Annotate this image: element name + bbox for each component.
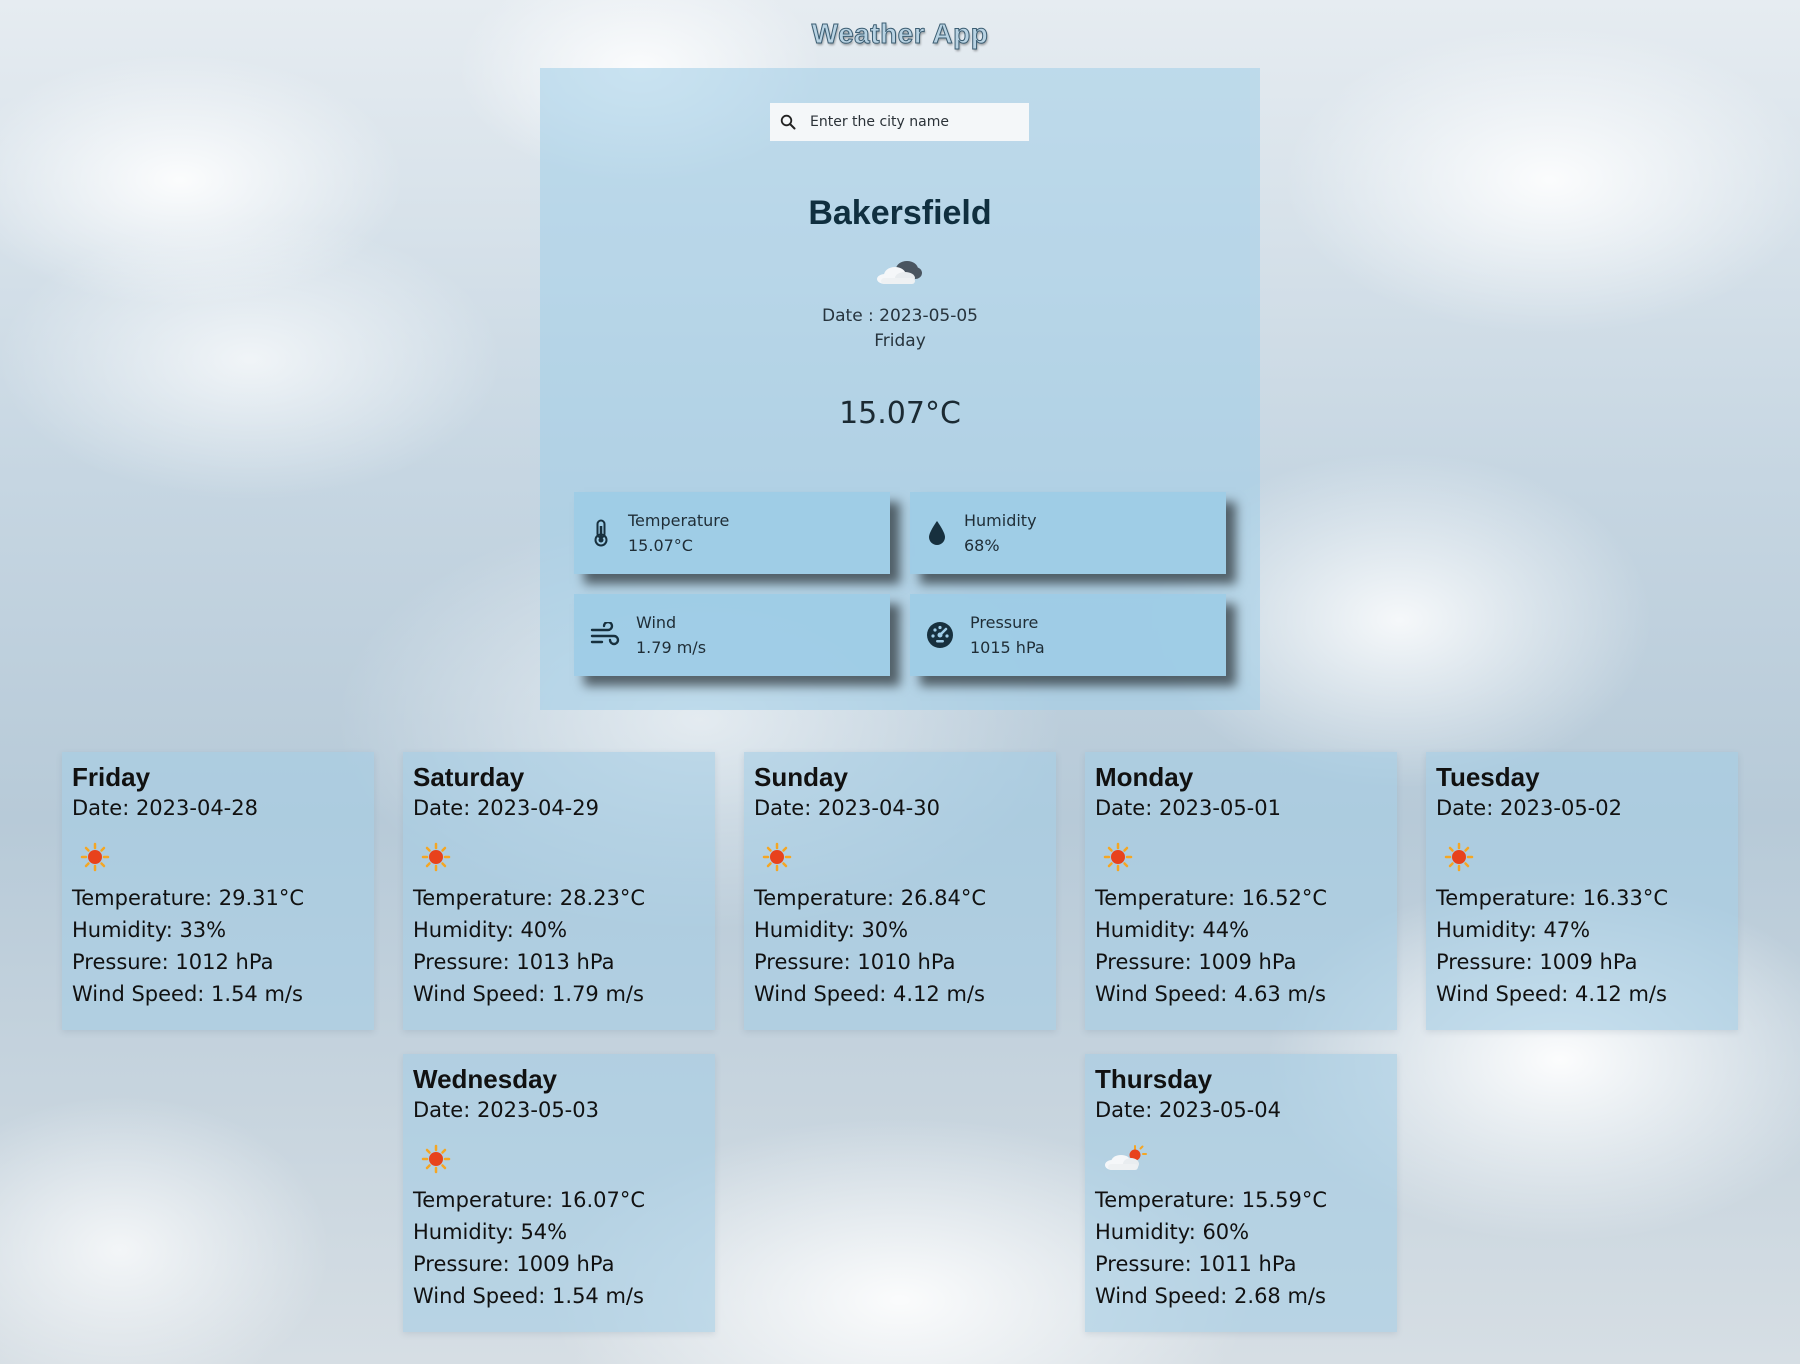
forecast-pressure: Pressure: 1010 hPa bbox=[754, 950, 956, 974]
forecast-day: Sunday bbox=[754, 762, 848, 792]
forecast-day: Wednesday bbox=[413, 1064, 558, 1094]
forecast-date: Date: 2023-05-02 bbox=[1436, 796, 1622, 820]
forecast-date: Date: 2023-05-03 bbox=[413, 1098, 599, 1122]
forecast-temperature: Temperature: 29.31°C bbox=[72, 886, 305, 910]
forecast-wind: Wind Speed: 2.68 m/s bbox=[1095, 1284, 1326, 1308]
temperature-stat: Temperature 15.07°C bbox=[574, 492, 890, 574]
wind-stat: Wind 1.79 m/s bbox=[574, 594, 890, 676]
sun-icon bbox=[754, 832, 1056, 882]
forecast-day: Tuesday bbox=[1436, 762, 1540, 792]
forecast-wind: Wind Speed: 4.12 m/s bbox=[754, 982, 985, 1006]
forecast-temperature: Temperature: 15.59°C bbox=[1095, 1188, 1328, 1212]
cloudy-icon bbox=[877, 261, 922, 284]
wind-stat-label: Wind bbox=[636, 613, 677, 632]
forecast-card-thursday: Thursday Date: 2023-05-04 Temperature: 1… bbox=[1085, 1054, 1397, 1332]
current-temperature: 15.07°C bbox=[839, 396, 961, 431]
sun-icon bbox=[72, 832, 374, 882]
forecast-pressure: Pressure: 1013 hPa bbox=[413, 950, 615, 974]
forecast-humidity: Humidity: 60% bbox=[1095, 1220, 1250, 1244]
forecast-temperature: Temperature: 16.33°C bbox=[1436, 886, 1669, 910]
current-day: Friday bbox=[874, 331, 926, 351]
search-input[interactable] bbox=[808, 113, 1012, 131]
wind-stat-value: 1.79 m/s bbox=[636, 638, 707, 657]
water-drop-icon bbox=[924, 518, 950, 548]
temperature-stat-value: 15.07°C bbox=[628, 536, 693, 555]
app-title: Weather App bbox=[811, 18, 989, 50]
forecast-day: Monday bbox=[1095, 762, 1194, 792]
forecast-card-sunday: Sunday Date: 2023-04-30 Temperature: 26.… bbox=[744, 752, 1056, 1030]
temperature-stat-label: Temperature bbox=[628, 511, 730, 530]
thermometer-icon bbox=[588, 518, 614, 548]
forecast-temperature: Temperature: 26.84°C bbox=[754, 886, 987, 910]
forecast-date: Date: 2023-05-04 bbox=[1095, 1098, 1281, 1122]
gauge-icon bbox=[924, 620, 956, 650]
pressure-stat-value: 1015 hPa bbox=[970, 638, 1045, 657]
forecast-card-tuesday: Tuesday Date: 2023-05-02 Temperature: 16… bbox=[1426, 752, 1738, 1030]
sun-icon bbox=[1095, 832, 1397, 882]
forecast-humidity: Humidity: 40% bbox=[413, 918, 568, 942]
forecast-humidity: Humidity: 47% bbox=[1436, 918, 1591, 942]
sun-icon bbox=[413, 832, 715, 882]
forecast-wind: Wind Speed: 1.79 m/s bbox=[413, 982, 644, 1006]
forecast-wind: Wind Speed: 4.12 m/s bbox=[1436, 982, 1667, 1006]
forecast-date: Date: 2023-04-28 bbox=[72, 796, 258, 820]
sun-icon bbox=[413, 1134, 715, 1184]
humidity-stat-label: Humidity bbox=[964, 511, 1037, 530]
humidity-stat: Humidity 68% bbox=[910, 492, 1226, 574]
forecast-pressure: Pressure: 1009 hPa bbox=[1095, 950, 1297, 974]
forecast-day: Friday bbox=[72, 762, 151, 792]
forecast-card-wednesday: Wednesday Date: 2023-05-03 Temperature: … bbox=[403, 1054, 715, 1332]
forecast-pressure: Pressure: 1009 hPa bbox=[1436, 950, 1638, 974]
forecast-wind: Wind Speed: 1.54 m/s bbox=[72, 982, 303, 1006]
forecast-card-monday: Monday Date: 2023-05-01 Temperature: 16.… bbox=[1085, 752, 1397, 1030]
sun-icon bbox=[1436, 832, 1738, 882]
forecast-pressure: Pressure: 1011 hPa bbox=[1095, 1252, 1297, 1276]
forecast-temperature: Temperature: 28.23°C bbox=[413, 886, 646, 910]
forecast-humidity: Humidity: 44% bbox=[1095, 918, 1250, 942]
wind-icon bbox=[588, 620, 622, 650]
forecast-wind: Wind Speed: 4.63 m/s bbox=[1095, 982, 1326, 1006]
forecast-temperature: Temperature: 16.52°C bbox=[1095, 886, 1328, 910]
forecast-day: Thursday bbox=[1095, 1064, 1213, 1094]
forecast-pressure: Pressure: 1009 hPa bbox=[413, 1252, 615, 1276]
search-bar[interactable] bbox=[770, 103, 1029, 141]
partly-cloudy-icon bbox=[1095, 1134, 1397, 1184]
forecast-date: Date: 2023-04-29 bbox=[413, 796, 599, 820]
forecast-humidity: Humidity: 54% bbox=[413, 1220, 568, 1244]
forecast-wind: Wind Speed: 1.54 m/s bbox=[413, 1284, 644, 1308]
pressure-stat: Pressure 1015 hPa bbox=[910, 594, 1226, 676]
forecast-card-saturday: Saturday Date: 2023-04-29 Temperature: 2… bbox=[403, 752, 715, 1030]
forecast-card-friday: Friday Date: 2023-04-28 Temperature: 29.… bbox=[62, 752, 374, 1030]
search-icon bbox=[780, 114, 796, 130]
forecast-date: Date: 2023-05-01 bbox=[1095, 796, 1281, 820]
forecast-pressure: Pressure: 1012 hPa bbox=[72, 950, 274, 974]
city-name: Bakersfield bbox=[808, 194, 992, 232]
forecast-temperature: Temperature: 16.07°C bbox=[413, 1188, 646, 1212]
forecast-date: Date: 2023-04-30 bbox=[754, 796, 940, 820]
forecast-humidity: Humidity: 33% bbox=[72, 918, 227, 942]
forecast-day: Saturday bbox=[413, 762, 525, 792]
current-weather-panel: Bakersfield Date : 2023-05-05 Friday 15.… bbox=[540, 68, 1260, 710]
current-date: Date : 2023-05-05 bbox=[822, 306, 978, 326]
forecast-humidity: Humidity: 30% bbox=[754, 918, 909, 942]
humidity-stat-value: 68% bbox=[964, 536, 1000, 555]
pressure-stat-label: Pressure bbox=[970, 613, 1039, 632]
